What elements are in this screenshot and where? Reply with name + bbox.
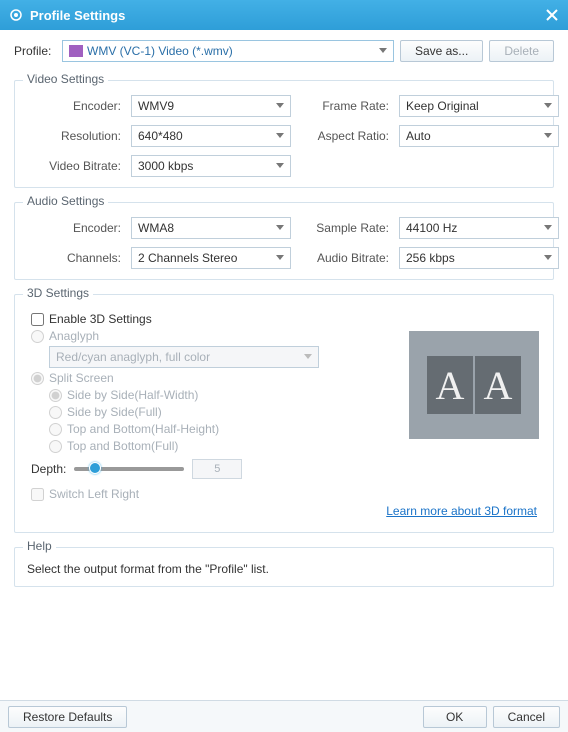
chevron-down-icon bbox=[276, 225, 284, 230]
depth-spinner: 5 bbox=[192, 459, 242, 479]
anaglyph-radio bbox=[31, 330, 44, 343]
resolution-select[interactable]: 640*480 bbox=[131, 125, 291, 147]
cancel-button[interactable]: Cancel bbox=[493, 706, 560, 728]
aspect-ratio-label: Aspect Ratio: bbox=[295, 129, 395, 143]
video-bitrate-select[interactable]: 3000 kbps bbox=[131, 155, 291, 177]
audio-settings-title: Audio Settings bbox=[23, 194, 108, 208]
enable-3d-checkbox[interactable] bbox=[31, 313, 44, 326]
chevron-down-icon bbox=[276, 255, 284, 260]
help-title: Help bbox=[23, 539, 56, 553]
video-bitrate-label: Video Bitrate: bbox=[27, 159, 127, 173]
sbs-half-radio bbox=[49, 389, 62, 402]
frame-rate-label: Frame Rate: bbox=[295, 99, 395, 113]
footer: Restore Defaults OK Cancel bbox=[0, 700, 568, 732]
slider-thumb bbox=[89, 462, 101, 474]
chevron-down-icon bbox=[276, 163, 284, 168]
depth-slider bbox=[74, 467, 184, 471]
split-screen-label: Split Screen bbox=[49, 371, 114, 385]
chevron-down-icon bbox=[544, 255, 552, 260]
3d-settings-section: 3D Settings Enable 3D Settings Anaglyph … bbox=[14, 294, 554, 533]
video-encoder-select[interactable]: WMV9 bbox=[131, 95, 291, 117]
audio-encoder-label: Encoder: bbox=[27, 221, 127, 235]
resolution-label: Resolution: bbox=[27, 129, 127, 143]
split-screen-radio bbox=[31, 372, 44, 385]
frame-rate-select[interactable]: Keep Original bbox=[399, 95, 559, 117]
chevron-down-icon bbox=[544, 103, 552, 108]
titlebar: Profile Settings bbox=[0, 0, 568, 30]
learn-more-link[interactable]: Learn more about 3D format bbox=[386, 504, 537, 518]
preview-right: A bbox=[475, 356, 521, 414]
window-title: Profile Settings bbox=[30, 8, 544, 23]
tab-full-radio bbox=[49, 440, 62, 453]
chevron-down-icon bbox=[544, 225, 552, 230]
chevron-down-icon bbox=[544, 133, 552, 138]
close-icon[interactable] bbox=[544, 7, 560, 23]
anaglyph-label: Anaglyph bbox=[49, 329, 99, 343]
video-encoder-label: Encoder: bbox=[27, 99, 127, 113]
aspect-ratio-select[interactable]: Auto bbox=[399, 125, 559, 147]
profile-select[interactable]: WMV (VC-1) Video (*.wmv) bbox=[62, 40, 394, 62]
3d-settings-title: 3D Settings bbox=[23, 286, 93, 300]
sample-rate-label: Sample Rate: bbox=[295, 221, 395, 235]
chevron-down-icon bbox=[276, 133, 284, 138]
channels-label: Channels: bbox=[27, 251, 127, 265]
switch-lr-checkbox bbox=[31, 488, 44, 501]
app-icon bbox=[8, 7, 24, 23]
audio-settings-section: Audio Settings Encoder: WMA8 Sample Rate… bbox=[14, 202, 554, 280]
tab-half-radio bbox=[49, 423, 62, 436]
help-section: Help Select the output format from the "… bbox=[14, 547, 554, 587]
delete-button: Delete bbox=[489, 40, 554, 62]
save-as-button[interactable]: Save as... bbox=[400, 40, 483, 62]
preview-left: A bbox=[427, 356, 473, 414]
sbs-full-radio bbox=[49, 406, 62, 419]
restore-defaults-button[interactable]: Restore Defaults bbox=[8, 706, 127, 728]
chevron-down-icon bbox=[276, 103, 284, 108]
audio-bitrate-select[interactable]: 256 kbps bbox=[399, 247, 559, 269]
audio-encoder-select[interactable]: WMA8 bbox=[131, 217, 291, 239]
video-settings-section: Video Settings Encoder: WMV9 Frame Rate:… bbox=[14, 80, 554, 188]
channels-select[interactable]: 2 Channels Stereo bbox=[131, 247, 291, 269]
ok-button[interactable]: OK bbox=[423, 706, 487, 728]
help-text: Select the output format from the "Profi… bbox=[27, 562, 541, 576]
chevron-down-icon bbox=[304, 354, 312, 359]
enable-3d-label: Enable 3D Settings bbox=[49, 312, 152, 326]
profile-label: Profile: bbox=[14, 44, 56, 58]
switch-lr-label: Switch Left Right bbox=[49, 487, 139, 501]
anaglyph-mode-select: Red/cyan anaglyph, full color bbox=[49, 346, 319, 368]
audio-bitrate-label: Audio Bitrate: bbox=[295, 251, 395, 265]
format-icon bbox=[69, 45, 83, 57]
sample-rate-select[interactable]: 44100 Hz bbox=[399, 217, 559, 239]
depth-label: Depth: bbox=[31, 462, 66, 476]
3d-preview: A A bbox=[409, 331, 539, 439]
video-settings-title: Video Settings bbox=[23, 72, 108, 86]
chevron-down-icon bbox=[379, 48, 387, 53]
profile-value: WMV (VC-1) Video (*.wmv) bbox=[87, 44, 233, 58]
